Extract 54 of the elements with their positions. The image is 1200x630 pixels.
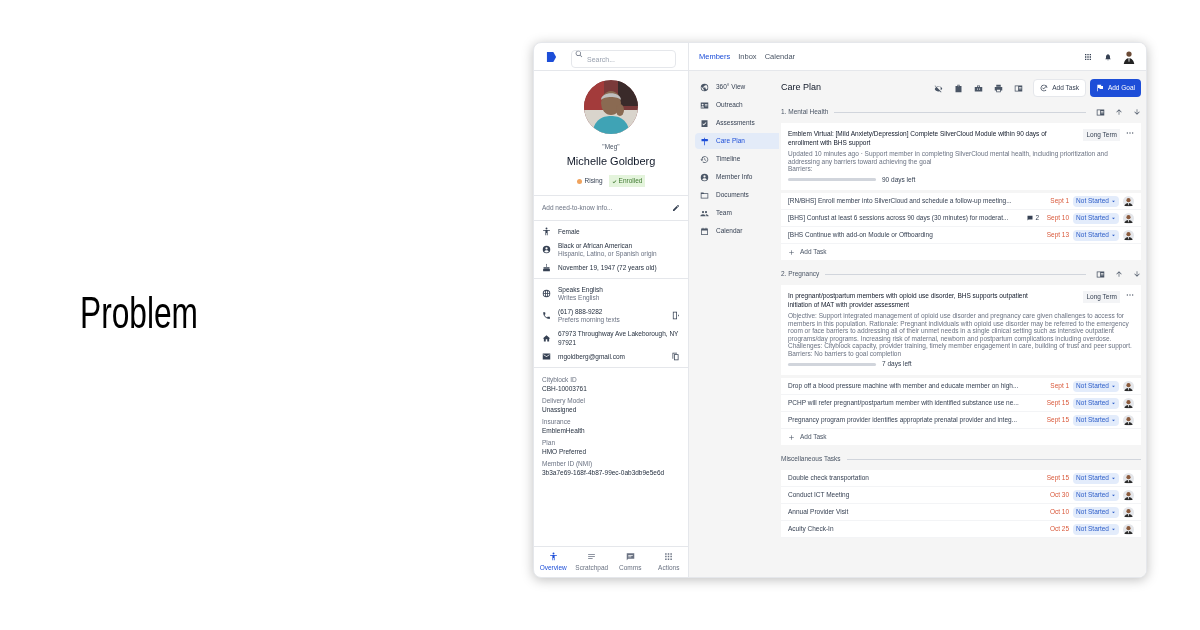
eye-off-icon[interactable] <box>934 83 944 93</box>
person-icon <box>542 227 551 236</box>
history-icon <box>700 154 709 164</box>
caret-icon <box>1111 383 1116 389</box>
cake-icon <box>542 263 551 272</box>
more-icon[interactable] <box>1126 129 1134 137</box>
caret-icon <box>1111 198 1116 204</box>
user-avatar-icon[interactable] <box>1122 49 1136 64</box>
caret-icon <box>1111 417 1116 423</box>
caret-icon <box>1111 400 1116 406</box>
clipboard-icon[interactable] <box>954 83 964 93</box>
check-icon <box>611 178 617 184</box>
flag-icon <box>1095 84 1104 92</box>
calendar-icon <box>700 226 709 236</box>
page-title: Care Plan <box>781 81 823 95</box>
logo-icon <box>546 50 557 63</box>
search-icon <box>575 49 583 58</box>
caret-icon <box>1111 509 1116 515</box>
phone-icon <box>542 311 551 320</box>
globe-icon <box>700 82 709 92</box>
grid-icon <box>664 551 674 561</box>
sidebar-icon[interactable] <box>1014 83 1024 93</box>
member-name: Michelle Goldberg <box>566 153 656 169</box>
panel-icon[interactable] <box>1096 269 1105 279</box>
pencil-icon[interactable] <box>672 204 680 212</box>
home-icon <box>542 333 551 343</box>
bell-icon[interactable] <box>1104 52 1112 61</box>
plus-icon <box>788 248 795 256</box>
slide-title: Problem <box>80 290 198 335</box>
caret-icon <box>1111 492 1116 498</box>
caret-icon <box>1111 215 1116 221</box>
caret-icon <box>1111 232 1116 238</box>
signpost-icon <box>700 136 709 146</box>
chat-icon <box>625 551 635 561</box>
caret-icon <box>1111 475 1116 481</box>
person-icon <box>548 551 558 561</box>
people-icon <box>700 208 709 218</box>
toolbox-icon[interactable] <box>974 83 984 93</box>
mail-icon <box>542 352 551 361</box>
copy-icon[interactable] <box>671 352 680 361</box>
globe-icon <box>542 289 551 298</box>
checklist-icon <box>700 118 709 128</box>
folder-icon <box>700 190 709 200</box>
notes-icon <box>587 551 597 561</box>
comment-icon <box>1027 215 1034 222</box>
apps-grid-icon[interactable] <box>1084 52 1092 61</box>
contact-card-icon <box>700 100 709 110</box>
plus-icon <box>788 433 795 441</box>
mobile-icon[interactable] <box>671 311 680 320</box>
account-icon <box>700 172 709 182</box>
panel-icon[interactable] <box>1096 107 1105 117</box>
printer-icon[interactable] <box>994 83 1004 93</box>
account-icon <box>542 245 551 254</box>
caret-icon <box>1111 526 1116 532</box>
